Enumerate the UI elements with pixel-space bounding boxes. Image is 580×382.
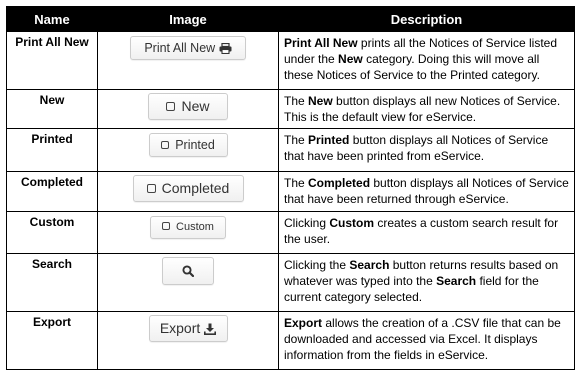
bold-term: Custom [329, 216, 375, 230]
export-button[interactable]: Export [148, 315, 228, 342]
row-description: Clicking Custom creates a custom search … [278, 211, 575, 254]
description-text: The [284, 176, 309, 190]
button-label: Print All New [144, 41, 216, 55]
row-description: The New button displays all new Notices … [278, 89, 575, 129]
row-name: New [6, 89, 98, 129]
row-image-cell: Export [97, 311, 279, 370]
bold-term: New [308, 94, 333, 108]
search-icon [182, 265, 195, 278]
row-description: The Completed button displays all Notice… [278, 171, 575, 212]
row-description: Print All New prints all the Notices of … [278, 31, 575, 90]
description-text: allows the creation of a .CSV file that … [284, 316, 561, 362]
checkbox-icon [162, 222, 171, 230]
button-label: Custom [176, 221, 214, 233]
row-name: Print All New [6, 31, 98, 90]
button-label: Printed [175, 138, 215, 152]
table-row: Completed Completed The Completed button… [6, 171, 575, 212]
row-name: Custom [6, 211, 98, 254]
row-image-cell: Print All New [97, 31, 279, 90]
row-image-cell: New [97, 89, 279, 129]
print-all-new-button[interactable]: Print All New [130, 36, 246, 60]
row-name: Printed [6, 128, 98, 172]
checkbox-icon [166, 102, 176, 111]
row-name: Export [6, 311, 98, 370]
row-image-cell: Printed [97, 128, 279, 172]
bold-term: Print All New [284, 36, 358, 50]
printed-button[interactable]: Printed [148, 133, 228, 157]
reference-table: Name Image Description Print All New Pri… [6, 6, 575, 370]
bold-term: Export [284, 316, 323, 330]
header-description: Description [278, 6, 575, 32]
bold-term: Printed [308, 133, 350, 147]
header-row: Name Image Description [6, 6, 575, 32]
bold-term: New [338, 52, 363, 66]
completed-button[interactable]: Completed [132, 175, 244, 202]
row-name: Search [6, 253, 98, 312]
row-image-cell: Custom [97, 211, 279, 254]
new-button[interactable]: New [148, 93, 228, 120]
description-text: The [284, 94, 309, 108]
print-icon [219, 42, 232, 55]
table-row: Search Clicking the Search button return… [6, 253, 575, 312]
button-label: Export [159, 320, 201, 336]
bold-term: Completed [308, 176, 371, 190]
header-name: Name [6, 6, 98, 32]
row-description: The Printed button displays all Notices … [278, 128, 575, 172]
description-text: The [284, 133, 309, 147]
table-row: Printed Printed The Printed button displ… [6, 128, 575, 172]
header-image: Image [97, 6, 279, 32]
table-row: Print All New Print All New Print All Ne… [6, 31, 575, 90]
table-row: Custom Custom Clicking Custom creates a … [6, 211, 575, 254]
checkbox-icon [146, 184, 156, 193]
button-label: Completed [161, 180, 230, 196]
row-name: Completed [6, 171, 98, 212]
row-image-cell: Completed [97, 171, 279, 212]
download-icon [204, 323, 217, 335]
table-row: Export Export Export allows the creation… [6, 311, 575, 370]
table-row: New New The New button displays all new … [6, 89, 575, 129]
bold-term: Search [349, 258, 390, 272]
row-description: Export allows the creation of a .CSV fil… [278, 311, 575, 370]
search-button[interactable] [162, 257, 214, 285]
description-text: Clicking [284, 216, 330, 230]
button-label: New [181, 98, 210, 114]
row-description: Clicking the Search button returns resul… [278, 253, 575, 312]
description-text: Clicking the [284, 258, 350, 272]
row-image-cell [97, 253, 279, 312]
checkbox-icon [161, 141, 170, 149]
bold-term: Search [436, 274, 477, 288]
custom-button[interactable]: Custom [150, 216, 226, 239]
